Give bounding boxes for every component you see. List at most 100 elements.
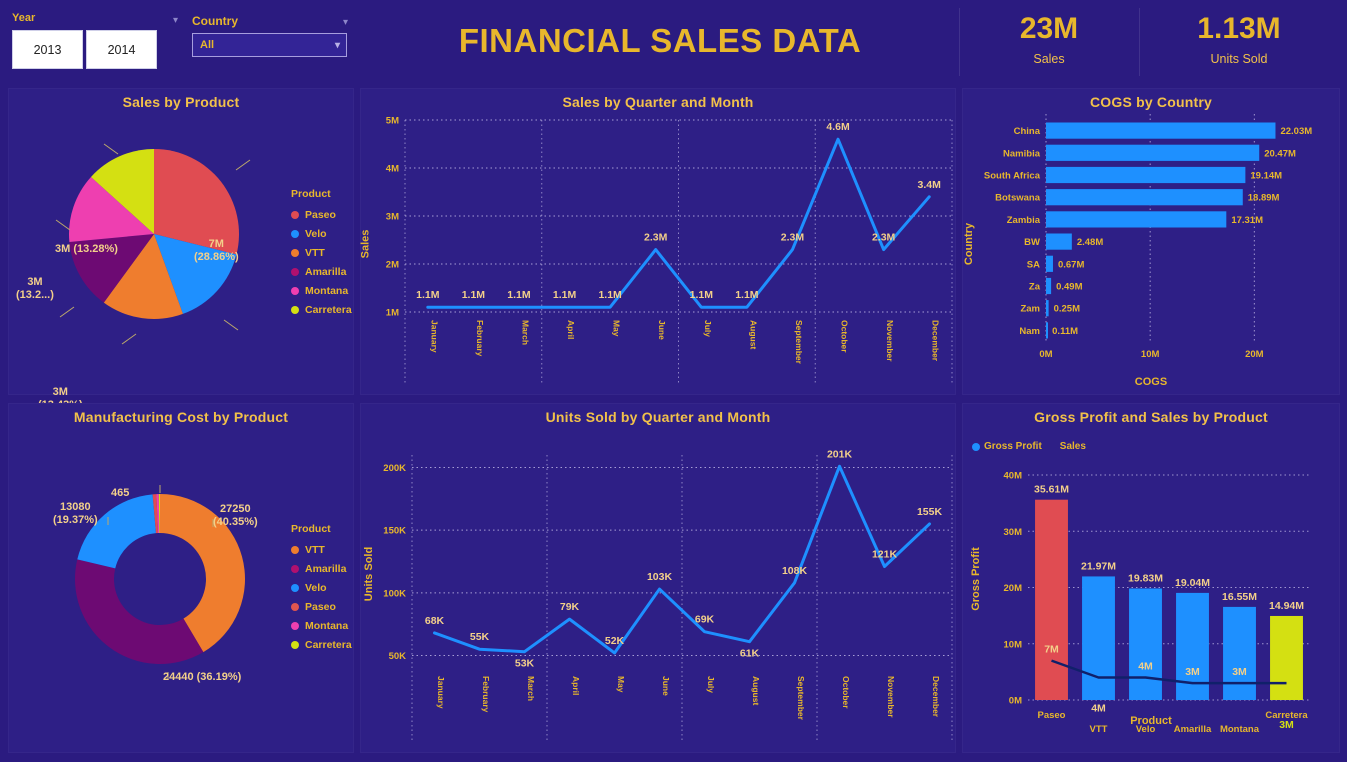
chevron-down-icon[interactable]: ▾ [335, 40, 340, 51]
slicer-country-dropdown[interactable]: All ▾ [192, 33, 347, 57]
svg-text:0.67M: 0.67M [1058, 259, 1084, 270]
svg-text:January: January [436, 676, 446, 709]
slicer-country-value: All [200, 39, 215, 51]
legend-swatch-icon [291, 564, 299, 573]
svg-text:1.1M: 1.1M [553, 289, 577, 301]
svg-text:September: September [794, 320, 804, 365]
svg-text:3.4M: 3.4M [918, 179, 942, 191]
slicer-country-label: Country [192, 14, 238, 28]
chart-cogs-by-country[interactable]: COGS by Country Country COGS 0M 10M 20M Chi… [962, 88, 1340, 395]
svg-text:October: October [840, 320, 850, 353]
slicer-year-option-2014[interactable]: 2014 [86, 30, 157, 69]
legend-label: Paseo [305, 208, 336, 221]
slicer-country[interactable]: Country ▾ All ▾ [192, 14, 352, 76]
svg-text:20M: 20M [1245, 349, 1264, 360]
svg-text:19.04M: 19.04M [1175, 577, 1210, 589]
svg-text:22.03M: 22.03M [1280, 126, 1312, 137]
chevron-down-icon[interactable]: ▾ [173, 15, 178, 26]
legend-label: Montana [305, 619, 349, 632]
legend-item[interactable]: Amarilla [291, 559, 352, 578]
legend-item[interactable]: Carretera [291, 635, 352, 654]
legend-item[interactable]: VTT [291, 243, 352, 262]
kpi-units-value: 1.13M [1197, 12, 1281, 45]
svg-text:16.55M: 16.55M [1222, 591, 1257, 603]
svg-text:79K: 79K [560, 601, 580, 613]
svg-text:17.31M: 17.31M [1231, 215, 1263, 226]
slicer-year-option-2013[interactable]: 2013 [12, 30, 83, 69]
legend-swatch-icon [291, 602, 299, 611]
svg-text:10M: 10M [1141, 349, 1160, 360]
legend-item[interactable]: VTT [291, 540, 352, 559]
svg-text:0.49M: 0.49M [1056, 282, 1082, 293]
legend-label: Amarilla [305, 265, 347, 278]
svg-text:3M: 3M [1232, 666, 1247, 678]
svg-text:May: May [612, 320, 622, 337]
legend-swatch-icon [291, 267, 299, 276]
legend-title: Product [291, 523, 331, 535]
svg-text:200K: 200K [383, 463, 406, 474]
svg-text:Amarilla: Amarilla [1174, 724, 1212, 735]
svg-text:103K: 103K [647, 571, 673, 583]
kpi-sales-value: 23M [1019, 12, 1079, 45]
dashboard-root: Year ▾ 2013 2014 Country ▾ All ▾ FINANCI… [0, 0, 1347, 762]
svg-text:June: June [657, 320, 667, 340]
svg-text:1.1M: 1.1M [416, 289, 440, 301]
legend-item[interactable]: Amarilla [291, 262, 352, 281]
chart-sales-by-product[interactable]: Sales by Product Product Paseo Velo VTT … [8, 88, 354, 440]
chart-gross-profit-and-sales-by-product[interactable]: Gross Profit and Sales by Product Gross … [962, 403, 1340, 753]
svg-text:69K: 69K [695, 614, 715, 626]
pie-data-label: 7M (28.86%) [194, 238, 239, 263]
chart-manufacturing-cost-by-product[interactable]: Manufacturing Cost by Product Product VT… [8, 403, 354, 753]
chart-units-sold-by-quarter-and-month[interactable]: Units Sold by Quarter and Month Units So… [360, 403, 956, 753]
legend-item[interactable]: Velo [291, 224, 352, 243]
page-title: FINANCIAL SALES DATA [458, 22, 862, 59]
legend-label: Velo [305, 227, 327, 240]
legend-swatch-icon [291, 640, 299, 649]
svg-text:20.47M: 20.47M [1264, 148, 1296, 159]
donut-data-label: 24440 (36.19%) [163, 671, 242, 683]
legend-item[interactable]: Paseo [291, 597, 352, 616]
svg-text:Namibia: Namibia [1003, 148, 1041, 159]
divider [1139, 8, 1140, 76]
legend-item[interactable]: Velo [291, 578, 352, 597]
legend-item[interactable]: Carretera [291, 300, 352, 319]
legend-item[interactable]: Paseo [291, 205, 352, 224]
svg-text:April: April [566, 320, 576, 339]
svg-text:SA: SA [1027, 259, 1040, 270]
legend-label: Amarilla [305, 562, 347, 575]
svg-text:68K: 68K [425, 615, 445, 627]
svg-text:Zam: Zam [1020, 304, 1040, 315]
svg-text:10M: 10M [1004, 639, 1023, 650]
svg-text:Zambia: Zambia [1007, 215, 1041, 226]
legend-item[interactable]: Montana [291, 616, 352, 635]
svg-text:19.14M: 19.14M [1250, 171, 1282, 182]
legend-swatch-icon [291, 248, 299, 257]
svg-text:1.1M: 1.1M [507, 289, 531, 301]
svg-text:3M: 3M [1279, 719, 1294, 731]
svg-text:December: December [931, 676, 941, 718]
svg-text:February: February [481, 676, 491, 713]
donut-data-label: 27250 (40.35%) [213, 503, 258, 528]
svg-text:61K: 61K [740, 648, 760, 660]
chart-sales-by-quarter-and-month[interactable]: Sales by Quarter and Month Sales 1M 2M 3M 4… [359, 88, 956, 395]
svg-text:1.1M: 1.1M [462, 289, 486, 301]
svg-text:52K: 52K [605, 635, 625, 647]
svg-text:2M: 2M [386, 260, 399, 271]
slicer-year[interactable]: Year ▾ 2013 2014 [12, 12, 182, 80]
svg-text:2.3M: 2.3M [872, 232, 896, 244]
chevron-down-icon[interactable]: ▾ [343, 17, 348, 28]
svg-text:1.1M: 1.1M [598, 289, 622, 301]
svg-text:Za: Za [1029, 282, 1041, 293]
legend-item[interactable]: Montana [291, 281, 352, 300]
pie-data-label: 3M (13.2...) [16, 276, 54, 301]
legend-label: Paseo [305, 600, 336, 613]
svg-text:February: February [475, 320, 485, 357]
svg-text:40M: 40M [1004, 471, 1023, 482]
svg-text:108K: 108K [782, 565, 808, 577]
legend-swatch-icon [291, 545, 299, 554]
svg-text:20M: 20M [1004, 583, 1023, 594]
svg-text:Velo: Velo [1136, 724, 1156, 735]
svg-text:121K: 121K [872, 549, 898, 561]
svg-text:November: November [886, 676, 896, 718]
pie-data-label: 3M (13.28%) [55, 243, 118, 255]
